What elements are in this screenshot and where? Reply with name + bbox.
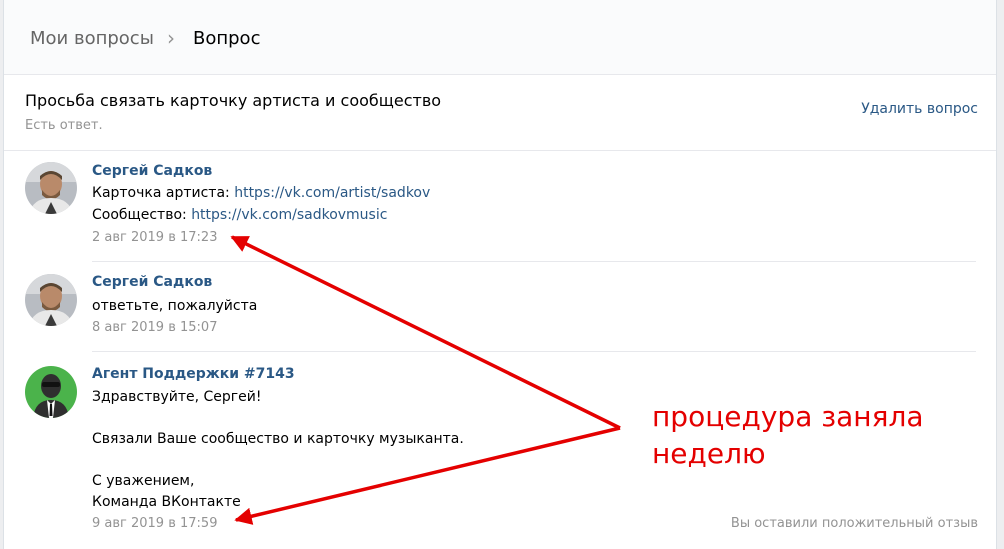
annotation-text: процедура заняла неделю [652, 398, 924, 472]
arrow-to-first-date [230, 235, 621, 430]
annotation-line: процедура заняла [652, 400, 924, 433]
annotation-line: неделю [652, 437, 766, 470]
arrow-to-reply-date [234, 426, 621, 525]
